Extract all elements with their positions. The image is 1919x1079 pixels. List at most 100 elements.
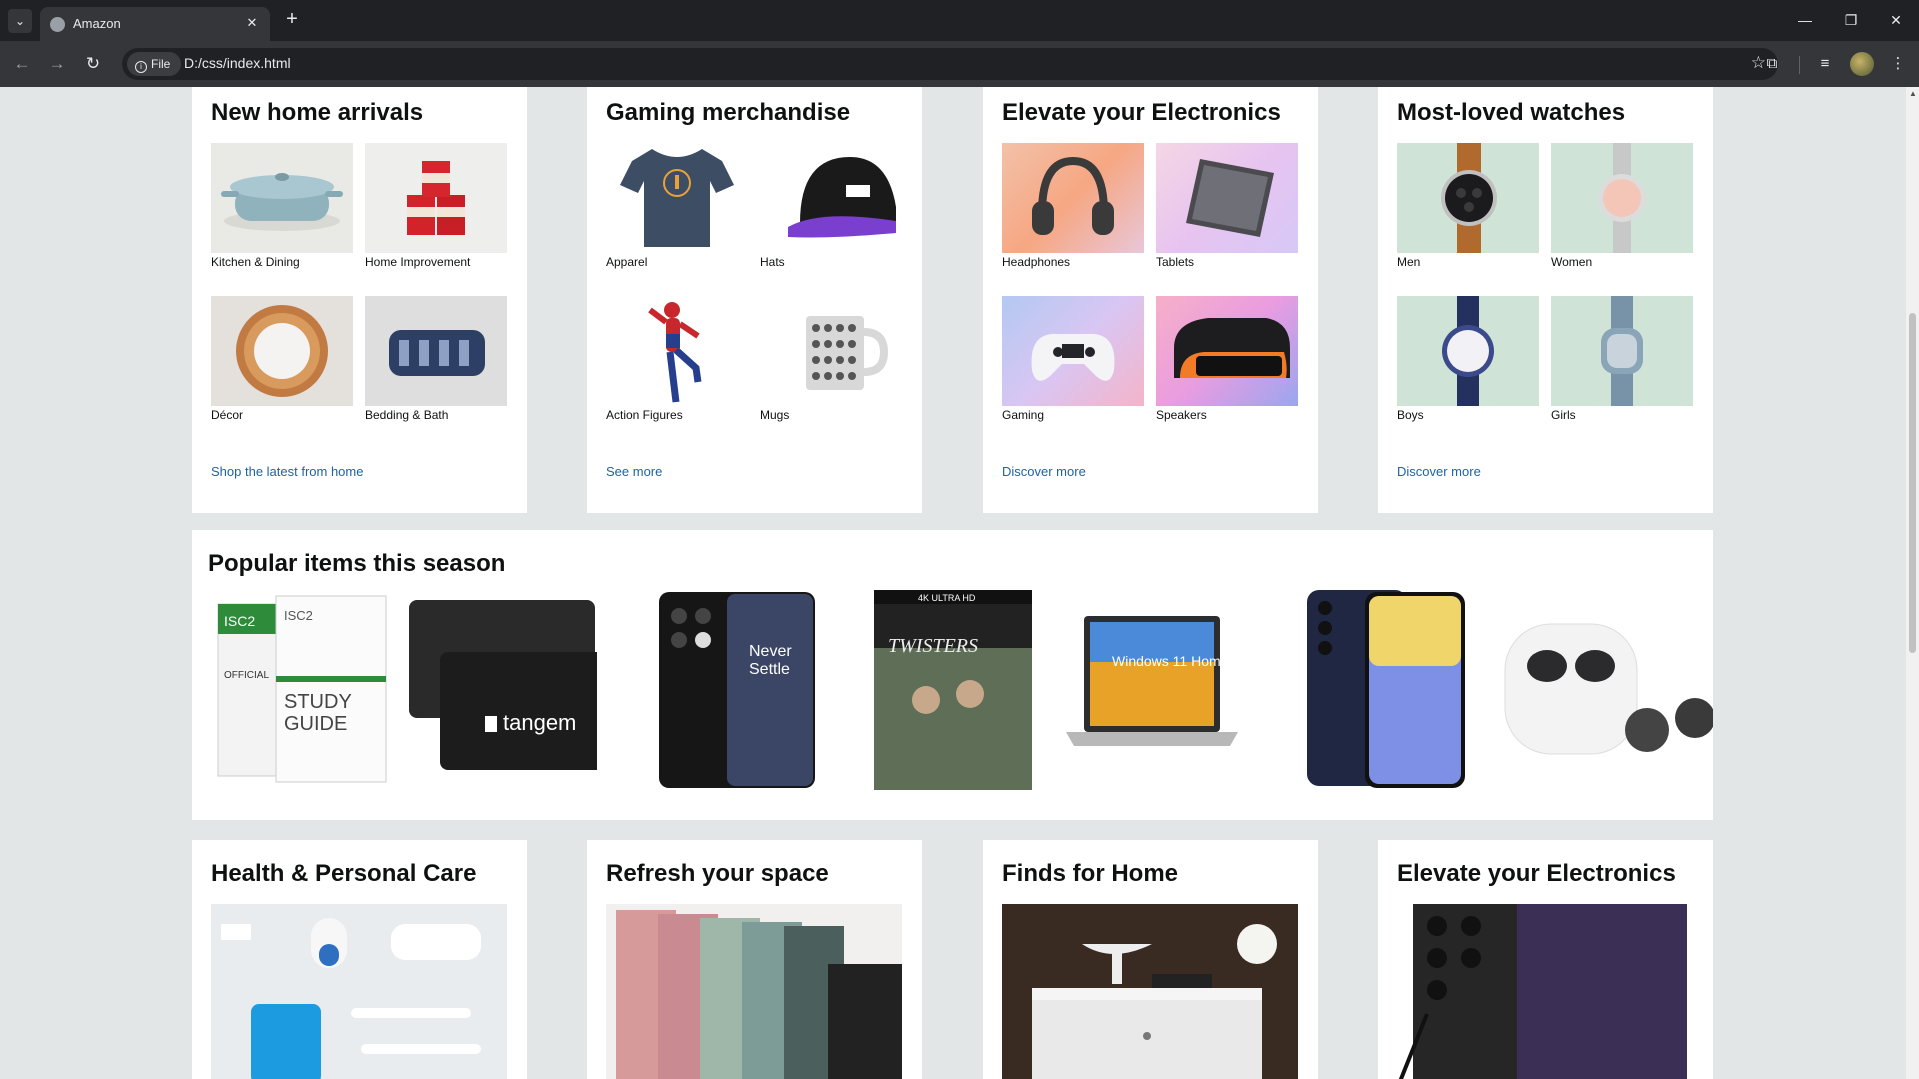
card-title: Most-loved watches — [1397, 99, 1626, 126]
page-scrollbar[interactable]: ▲ — [1906, 87, 1919, 1079]
card-refresh-your-space: Refresh your space — [587, 840, 922, 1079]
tile-apparel[interactable]: Apparel — [606, 143, 748, 269]
tshirt-image — [606, 143, 748, 253]
product-laptop[interactable]: Windows 11 Home — [1062, 590, 1242, 790]
card-elevate-electronics: Elevate your Electronics Headphones Tabl… — [983, 87, 1318, 513]
book-cover-text: STUDY — [284, 691, 352, 713]
tile-label: Speakers — [1156, 408, 1207, 422]
forward-icon[interactable]: → — [44, 51, 70, 77]
home-furniture-image[interactable] — [1002, 904, 1298, 1079]
close-window-icon[interactable]: ✕ — [1873, 6, 1919, 34]
galaxy-phone-image[interactable] — [1397, 904, 1693, 1079]
tile-kitchen-dining[interactable]: Kitchen & Dining — [211, 143, 353, 269]
tile-label: Décor — [211, 408, 244, 422]
close-tab-icon[interactable]: ✕ — [242, 13, 262, 33]
tile-tablets[interactable]: Tablets — [1156, 143, 1298, 269]
product-tangem-cards[interactable]: tangem — [407, 590, 626, 790]
card-title: Gaming merchandise — [606, 99, 851, 126]
controller-image — [1002, 296, 1144, 406]
site-info-chip[interactable]: i File — [127, 52, 181, 76]
tile-boys[interactable]: Boys — [1397, 296, 1539, 422]
tile-label: Headphones — [1002, 255, 1071, 269]
restore-icon[interactable]: ❐ — [1828, 6, 1874, 34]
scroll-up-arrow-icon[interactable]: ▲ — [1909, 89, 1917, 98]
phone-screen-text: Never — [749, 643, 792, 660]
tile-men[interactable]: Men — [1397, 143, 1539, 269]
scrollbar-thumb[interactable] — [1909, 313, 1916, 653]
media-controls-icon[interactable]: ≡ — [1812, 51, 1838, 77]
tile-label: Tablets — [1156, 255, 1195, 269]
address-bar[interactable]: i File D:/css/index.html ☆ — [122, 48, 1778, 80]
tile-label: Men — [1397, 255, 1421, 269]
book-cover-text: GUIDE — [284, 713, 347, 735]
product-twisters-4k[interactable]: 4K ULTRA HD TWISTERS — [874, 590, 1032, 790]
phone-screen-text: Settle — [749, 661, 790, 678]
card-gaming-merchandise: Gaming merchandise Apparel Hats Action F… — [587, 87, 922, 513]
tab-title: Amazon — [73, 16, 121, 31]
tile-label: Women — [1551, 255, 1593, 269]
product-oneplus-phone[interactable]: Never Settle — [657, 590, 817, 790]
tile-decor[interactable]: Décor — [211, 296, 353, 422]
paint-cans-image — [365, 143, 507, 253]
see-more-link[interactable]: See more — [606, 464, 662, 479]
speaker-image — [1156, 296, 1298, 406]
tile-label: Boys — [1397, 408, 1424, 422]
mens-watch-image — [1397, 143, 1539, 253]
tile-hats[interactable]: Hats — [760, 143, 902, 269]
book-spine-text: ISC2 — [224, 613, 255, 629]
product-earbuds[interactable] — [1497, 590, 1715, 790]
product-samsung-phone[interactable] — [1307, 590, 1467, 790]
tile-speakers[interactable]: Speakers — [1156, 296, 1298, 422]
tile-label: Bedding & Bath — [365, 408, 449, 422]
tile-gaming[interactable]: Gaming — [1002, 296, 1144, 422]
tile-label: Home Improvement — [365, 255, 471, 269]
sunburst-mirror-image — [211, 296, 353, 406]
discover-more-link[interactable]: Discover more — [1002, 464, 1086, 479]
tile-bedding-bath[interactable]: Bedding & Bath — [365, 296, 507, 422]
product-study-guide[interactable]: ISC2 OFFICIAL ISC2 STUDY GUIDE — [212, 590, 392, 790]
tile-label: Girls — [1551, 408, 1576, 422]
url-text[interactable]: D:/css/index.html — [184, 55, 291, 71]
browser-tab[interactable]: Amazon ✕ — [40, 7, 270, 41]
tile-label: Mugs — [760, 408, 790, 422]
tile-label: Kitchen & Dining — [211, 255, 300, 269]
tile-mugs[interactable]: Mugs — [760, 296, 902, 422]
card-brand-text: tangem — [503, 710, 576, 735]
tile-girls[interactable]: Girls — [1551, 296, 1693, 422]
personal-care-image[interactable] — [211, 904, 507, 1079]
browser-toolbar: ← → ↻ i File D:/css/index.html ☆ ⧉ ≡ ⋮ — [0, 41, 1919, 87]
profile-avatar[interactable] — [1850, 52, 1874, 76]
reload-icon[interactable]: ↻ — [80, 51, 106, 77]
discover-more-link[interactable]: Discover more — [1397, 464, 1481, 479]
minimize-icon[interactable]: — — [1782, 6, 1828, 34]
new-tab-icon[interactable]: + — [280, 8, 304, 32]
page-content: New home arrivals Kitchen & Dining Home … — [0, 87, 1906, 1079]
tablet-image — [1156, 143, 1298, 253]
card-finds-for-home: Finds for Home — [983, 840, 1318, 1079]
extensions-icon[interactable]: ⧉ — [1759, 51, 1785, 77]
menu-kebab-icon[interactable]: ⋮ — [1885, 51, 1911, 77]
toolbar-divider — [1799, 56, 1800, 74]
tile-label: Action Figures — [606, 408, 683, 422]
card-title: Elevate your Electronics — [1002, 99, 1281, 126]
site-chip-label: File — [151, 57, 171, 71]
globe-icon — [50, 17, 65, 32]
card-new-home-arrivals: New home arrivals Kitchen & Dining Home … — [192, 87, 527, 513]
headphones-image — [1002, 143, 1144, 253]
laptop-screen-text: Windows 11 Home — [1112, 653, 1229, 669]
tile-home-improvement[interactable]: Home Improvement — [365, 143, 507, 269]
card-most-loved-watches: Most-loved watches Men Women Boys Girls … — [1378, 87, 1713, 513]
mug-image — [760, 296, 902, 406]
tile-label: Gaming — [1002, 408, 1045, 422]
tile-headphones[interactable]: Headphones — [1002, 143, 1144, 269]
towels-image[interactable] — [606, 904, 902, 1079]
info-icon: i — [135, 61, 147, 73]
tile-women[interactable]: Women — [1551, 143, 1693, 269]
tile-action-figures[interactable]: Action Figures — [606, 296, 748, 422]
card-title: Elevate your Electronics — [1397, 860, 1676, 887]
boys-watch-image — [1397, 296, 1539, 406]
book-spine-text: OFFICIAL — [224, 670, 269, 681]
tab-search-icon[interactable]: ⌄ — [8, 9, 32, 33]
back-icon[interactable]: ← — [9, 51, 35, 77]
shop-latest-link[interactable]: Shop the latest from home — [211, 464, 363, 479]
